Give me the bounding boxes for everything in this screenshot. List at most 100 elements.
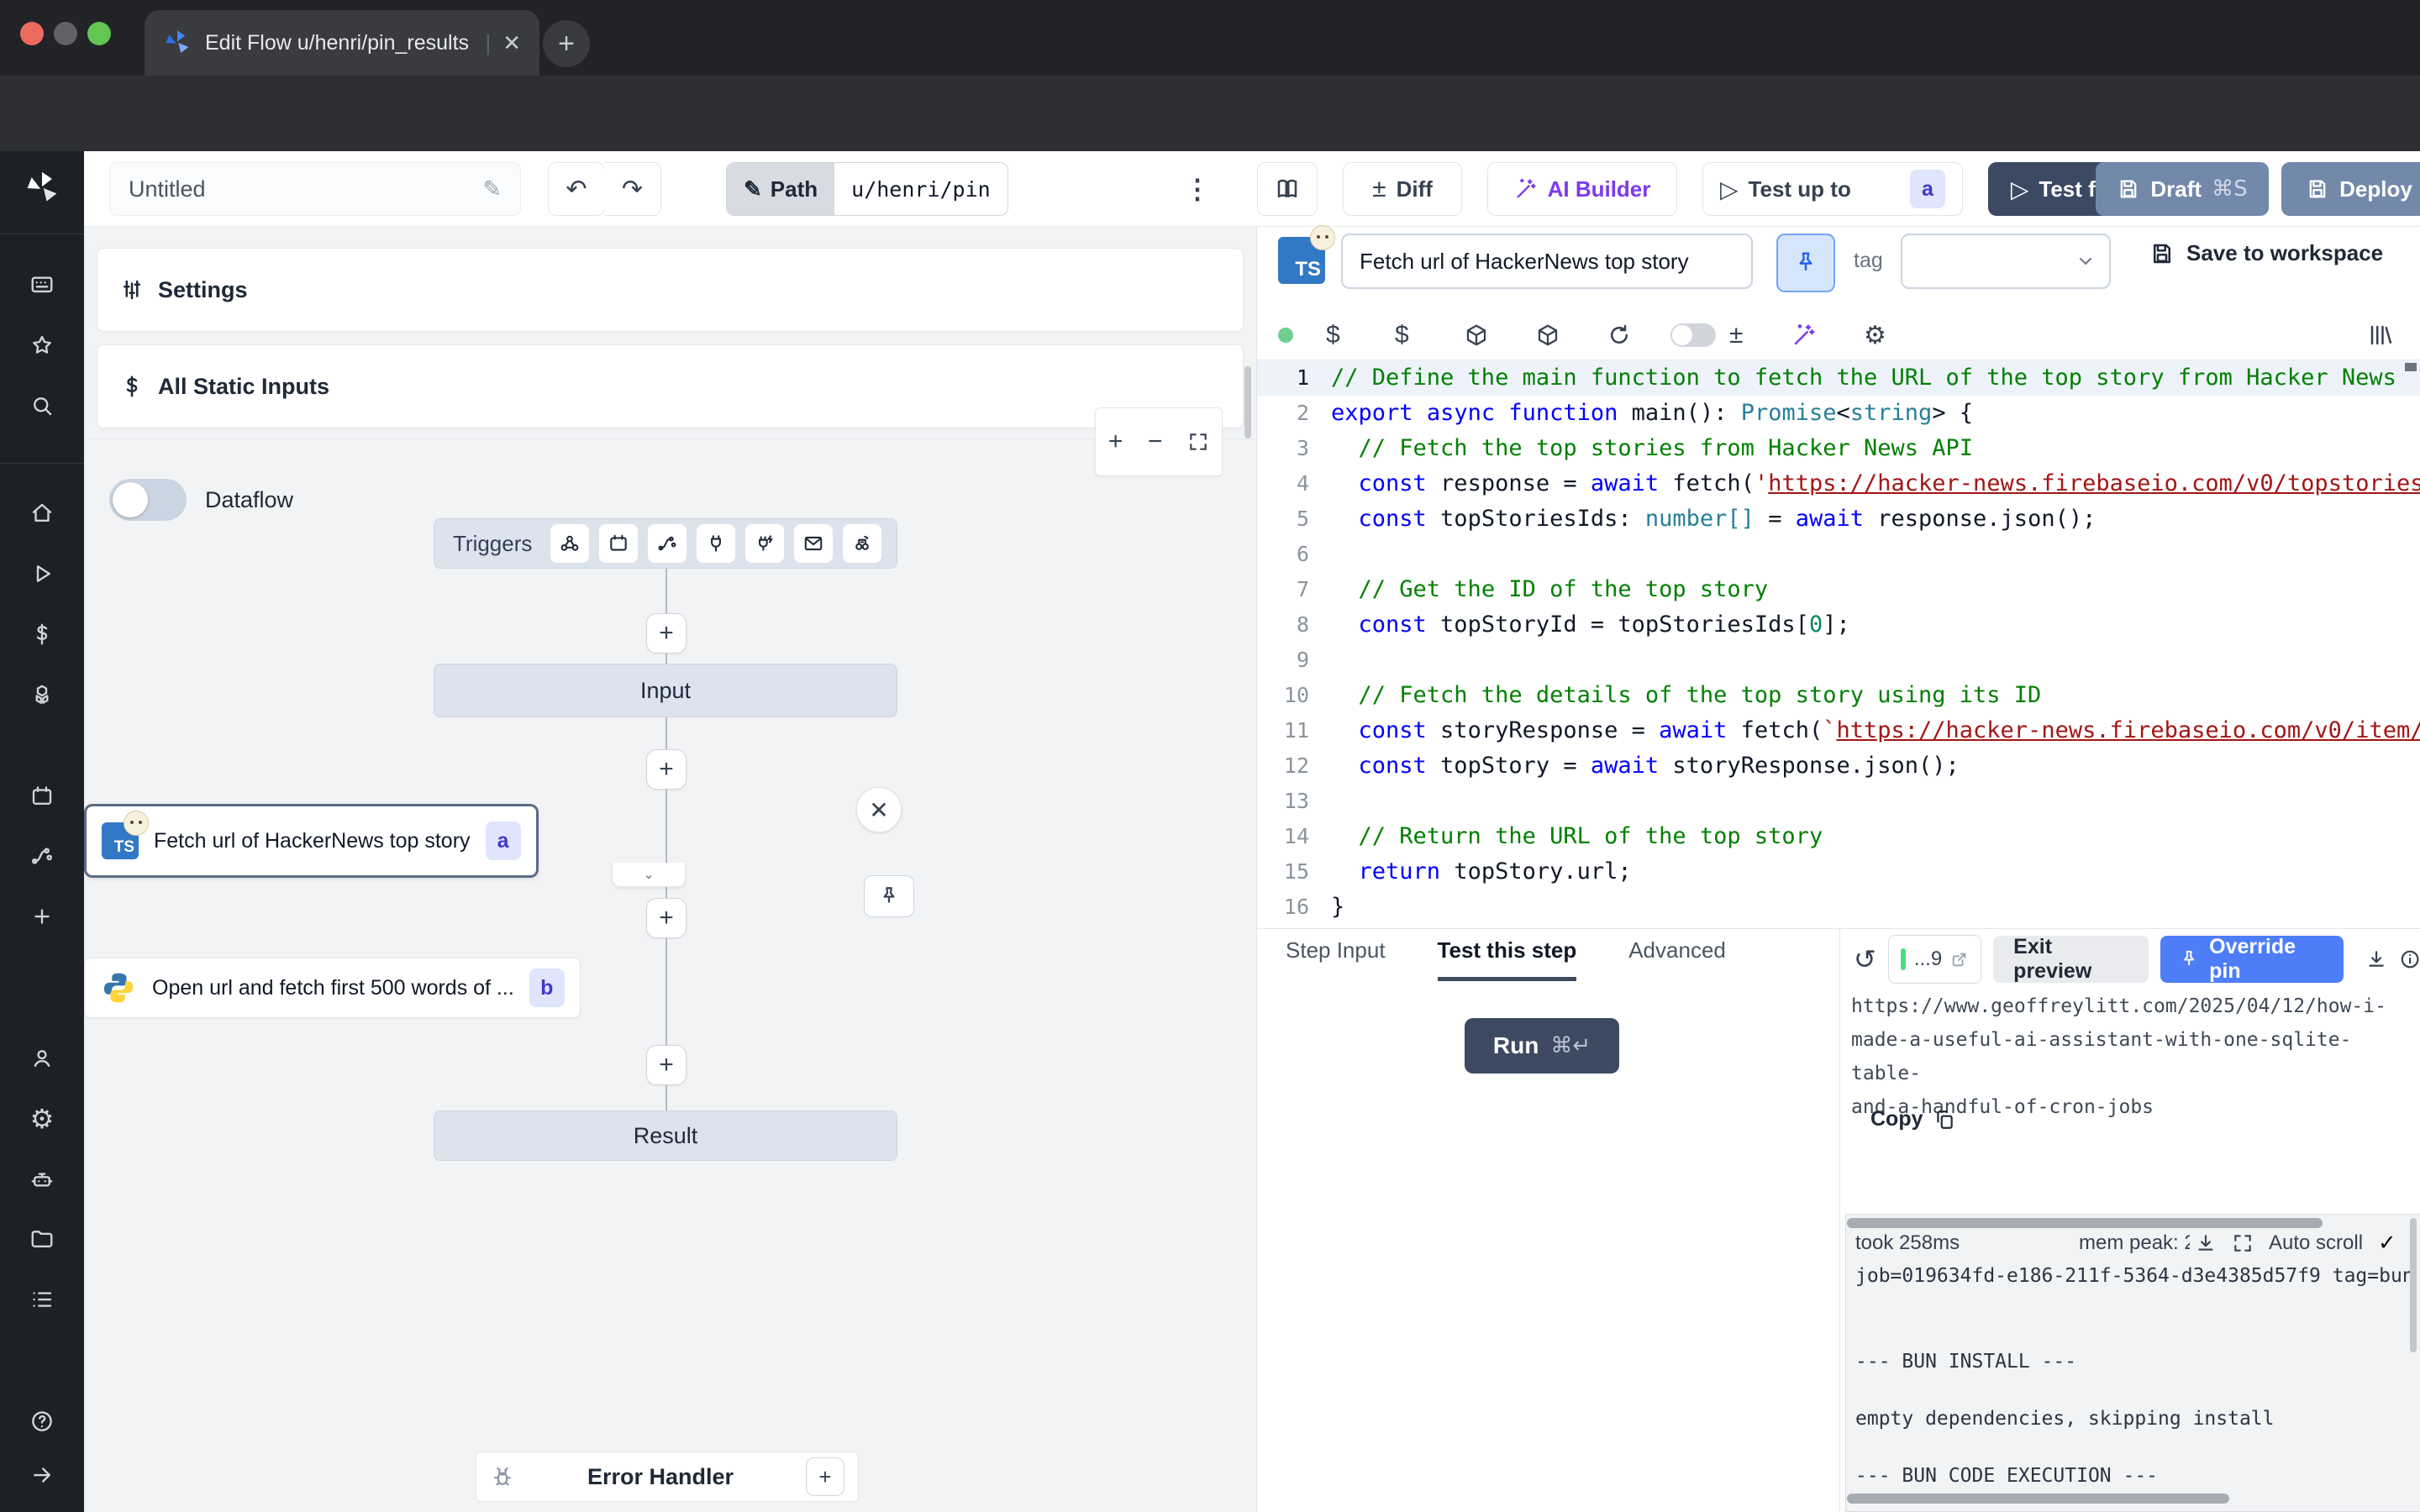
more-options-icon[interactable]: ⋮ — [1176, 162, 1218, 216]
windmill-logo[interactable] — [0, 166, 84, 210]
ai-builder-button[interactable]: AI Builder — [1487, 162, 1677, 216]
triggers-node[interactable]: Triggers — [434, 518, 897, 569]
pin-toggle-button[interactable] — [1776, 234, 1835, 292]
error-handler-node[interactable]: Error Handler + — [476, 1452, 859, 1502]
draft-button[interactable]: Draft ⌘S — [2096, 162, 2269, 216]
kafka-trigger-icon[interactable] — [745, 524, 784, 563]
sidebar-item-audit-logs[interactable] — [0, 1278, 84, 1321]
path-group[interactable]: ✎ Path u/henri/pin — [726, 162, 1008, 216]
diff-mode-toggle[interactable] — [1670, 323, 1716, 347]
external-link-icon[interactable] — [1950, 950, 1969, 969]
window-close-button[interactable] — [20, 22, 44, 45]
save-to-workspace-button[interactable]: Save to workspace — [2149, 240, 2383, 266]
zoom-out-icon[interactable]: − — [1148, 428, 1163, 456]
dataflow-toggle[interactable] — [109, 479, 187, 521]
tab-advanced[interactable]: Advanced — [1628, 937, 1726, 981]
code-line[interactable]: 8 const topStoryId = topStoriesIds[0]; — [1257, 607, 2420, 643]
poll-trigger-icon[interactable] — [843, 524, 881, 563]
deploy-button[interactable]: Deploy — [2281, 162, 2420, 216]
webhook-trigger-icon[interactable] — [550, 524, 589, 563]
sidebar-item-workers[interactable] — [0, 1158, 84, 1202]
variable-picker-icon[interactable]: $ — [1326, 321, 1340, 349]
code-line[interactable]: 4 const response = await fetch('https://… — [1257, 466, 2420, 501]
logs-vertical-scrollbar[interactable] — [2410, 1218, 2417, 1352]
tab-test-this-step[interactable]: Test this step — [1438, 937, 1577, 981]
docs-book-button[interactable] — [1257, 162, 1318, 216]
add-error-handler-icon[interactable]: + — [806, 1457, 844, 1496]
diff-button[interactable]: ± Diff — [1343, 162, 1462, 216]
fit-view-icon[interactable] — [1187, 431, 1209, 453]
code-line[interactable]: 15 return topStory.url; — [1257, 854, 2420, 890]
package-icon[interactable] — [1535, 323, 1560, 348]
result-node[interactable]: Result — [434, 1110, 897, 1161]
flow-settings-bar[interactable]: Settings — [97, 248, 1244, 332]
window-minimize-button[interactable] — [54, 22, 77, 45]
input-node[interactable]: Input — [434, 664, 897, 717]
path-button[interactable]: ✎ Path — [727, 163, 834, 215]
sidebar-item-routes[interactable] — [0, 834, 84, 878]
sidebar-item-add[interactable] — [0, 895, 84, 938]
canvas-scrollbar[interactable] — [1244, 366, 1251, 438]
auto-scroll-checkbox[interactable]: ✓ — [2378, 1230, 2396, 1256]
code-line[interactable]: 7 // Get the ID of the top story — [1257, 572, 2420, 607]
sidebar-item-runs[interactable] — [0, 552, 84, 596]
plus-minus-icon[interactable]: ± — [1729, 321, 1743, 349]
sidebar-item-folders[interactable] — [0, 1217, 84, 1261]
library-icon[interactable] — [2368, 323, 2393, 348]
ai-wand-icon[interactable] — [1791, 323, 1817, 348]
email-trigger-icon[interactable] — [794, 524, 833, 563]
code-line[interactable]: 5 const topStoriesIds: number[] = await … — [1257, 501, 2420, 537]
copy-result-button[interactable]: Copy — [1870, 1107, 1955, 1131]
sidebar-item-variables[interactable] — [0, 612, 84, 656]
code-line[interactable]: 6 — [1257, 537, 2420, 572]
code-line[interactable]: 10 // Fetch the details of the top story… — [1257, 678, 2420, 713]
add-step-button[interactable]: + — [646, 613, 687, 654]
code-line[interactable]: 12 const topStory = await storyResponse.… — [1257, 748, 2420, 784]
zoom-in-icon[interactable]: + — [1108, 428, 1123, 456]
sidebar-item-users[interactable] — [0, 1037, 84, 1080]
browser-tab[interactable]: Edit Flow u/henri/pin_results | ✕ — [145, 10, 539, 76]
remove-step-icon[interactable]: ✕ — [856, 787, 902, 832]
code-line[interactable]: 9 — [1257, 643, 2420, 678]
edit-pencil-icon[interactable]: ✎ — [482, 176, 502, 202]
download-logs-icon[interactable] — [2195, 1232, 2217, 1254]
logs-horizontal-scrollbar[interactable] — [1847, 1218, 2323, 1228]
code-line[interactable]: 14 // Return the URL of the top story — [1257, 819, 2420, 854]
sidebar-item-expand[interactable] — [0, 1453, 84, 1497]
history-icon[interactable]: ↺ — [1854, 943, 1876, 975]
route-trigger-icon[interactable] — [648, 524, 687, 563]
expand-logs-icon[interactable] — [2232, 1232, 2254, 1254]
download-icon[interactable] — [2365, 948, 2387, 971]
reload-icon[interactable] — [1607, 323, 1632, 348]
code-line[interactable]: 1// Define the main function to fetch th… — [1257, 360, 2420, 396]
sidebar-item-resources[interactable] — [0, 674, 84, 717]
flow-name-field[interactable]: Untitled ✎ — [109, 162, 521, 216]
undo-button[interactable]: ↶ — [548, 162, 605, 216]
websocket-trigger-icon[interactable] — [697, 524, 735, 563]
run-button[interactable]: Run ⌘↵ — [1465, 1018, 1619, 1074]
tab-close-icon[interactable]: ✕ — [502, 30, 521, 56]
code-line[interactable]: 2export async function main(): Promise<s… — [1257, 396, 2420, 431]
sidebar-item-search[interactable] — [0, 384, 84, 428]
code-line[interactable]: 11 const storyResponse = await fetch(`ht… — [1257, 713, 2420, 748]
resource-picker-icon[interactable]: $ — [1395, 321, 1409, 349]
code-line[interactable]: 3 // Fetch the top stories from Hacker N… — [1257, 431, 2420, 466]
logs-bottom-scrollbar[interactable] — [1847, 1494, 2229, 1504]
editor-settings-gear-icon[interactable]: ⚙ — [1864, 321, 1886, 350]
new-tab-button[interactable]: + — [543, 20, 590, 67]
step-name-input[interactable]: Fetch url of HackerNews top story — [1341, 234, 1753, 289]
step-node-a[interactable]: TS Fetch url of HackerNews top story a — [84, 804, 539, 878]
exit-preview-button[interactable]: Exit preview — [1993, 936, 2149, 983]
package-icon[interactable] — [1464, 323, 1489, 348]
tab-step-input[interactable]: Step Input — [1286, 937, 1386, 981]
sidebar-item-home[interactable] — [0, 491, 84, 535]
sidebar-item-favorites[interactable] — [0, 323, 84, 367]
tag-select[interactable] — [1901, 234, 2111, 289]
sidebar-item-settings[interactable]: ⚙ — [0, 1097, 84, 1141]
code-line[interactable]: 13 — [1257, 784, 2420, 819]
collapse-step-chevron-icon[interactable]: ⌄ — [612, 863, 686, 887]
flow-canvas[interactable]: Settings All Static Inputs Dataflow + − … — [84, 227, 1256, 1512]
override-pin-button[interactable]: Override pin — [2160, 936, 2344, 983]
schedule-trigger-icon[interactable] — [599, 524, 638, 563]
window-zoom-button[interactable] — [87, 22, 111, 45]
